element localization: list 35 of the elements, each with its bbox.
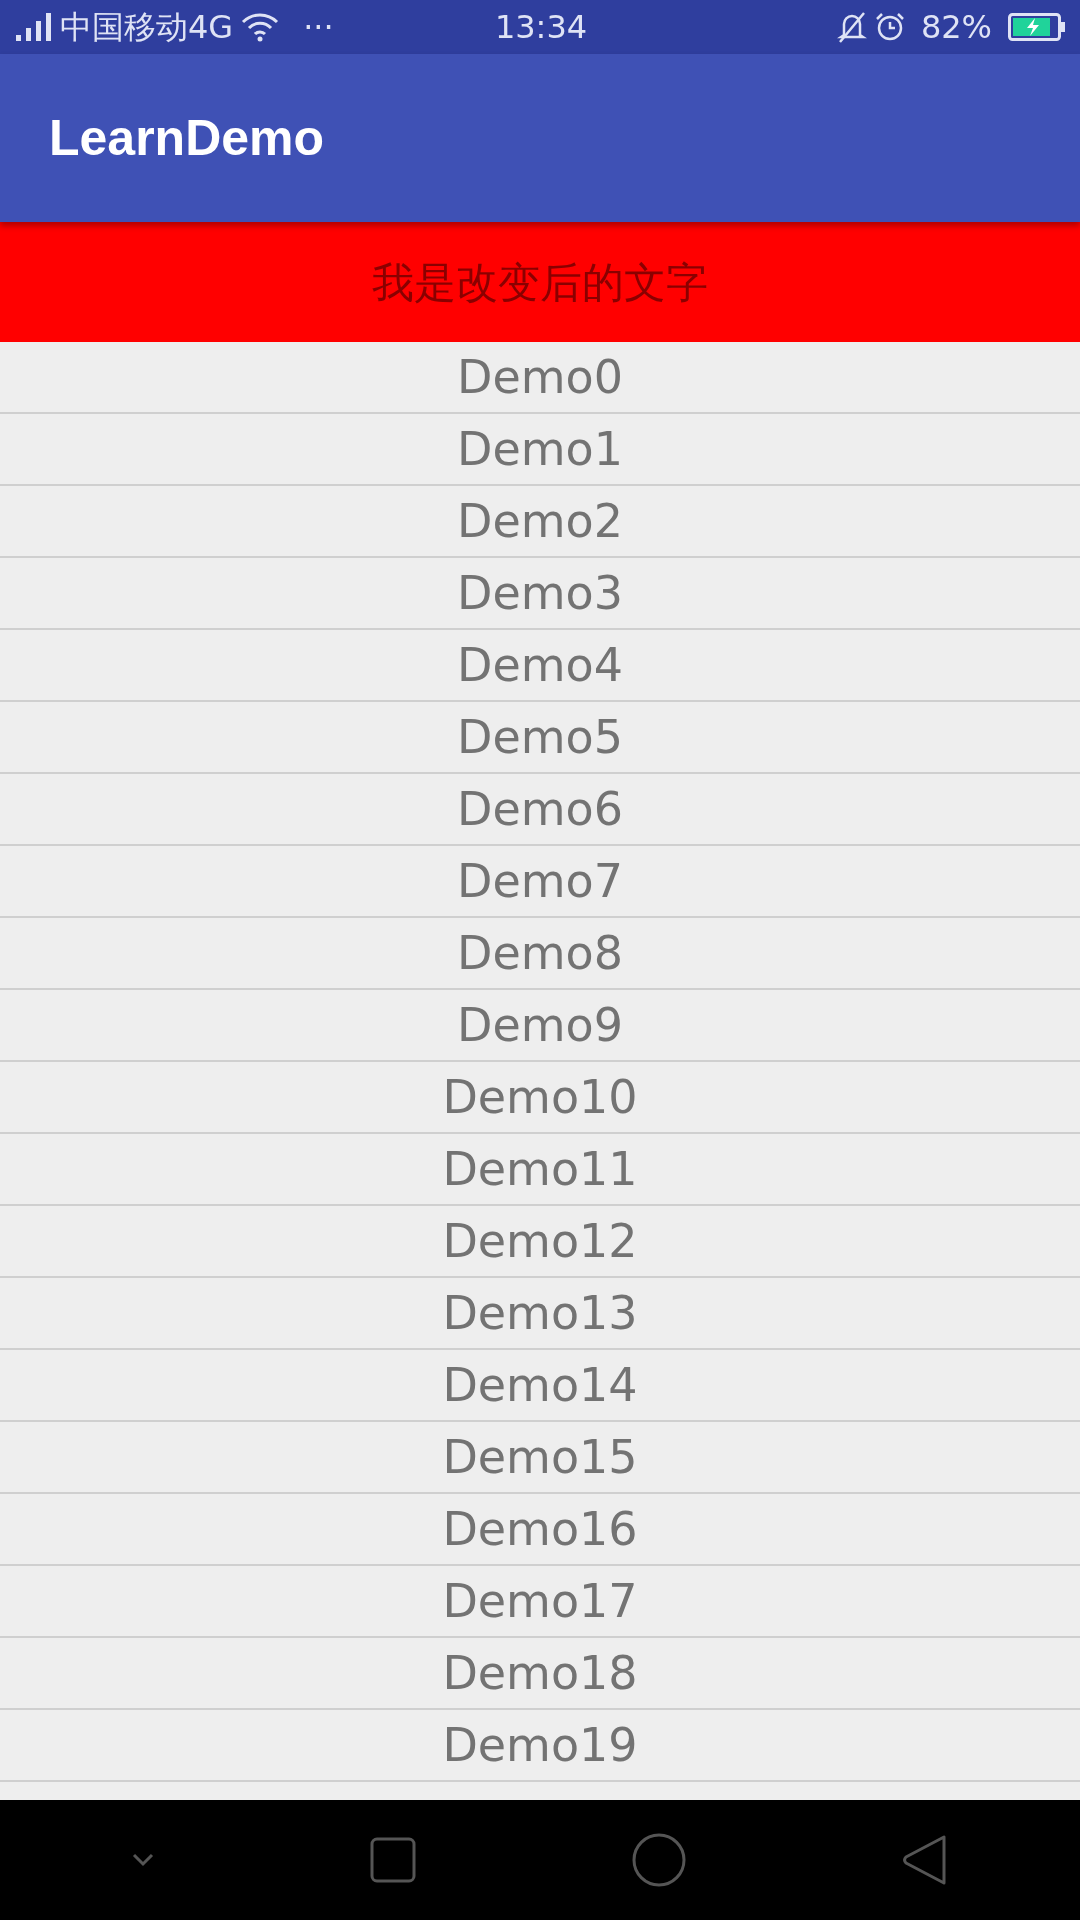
list-item-label[interactable]: Demo13 (442, 1290, 638, 1336)
list-item-label[interactable]: Demo7 (457, 858, 623, 904)
bell-muted-icon (836, 11, 867, 43)
list-item-label[interactable]: Demo9 (457, 1002, 623, 1048)
signal-icon (16, 13, 52, 41)
carrier-label: 中国移动4G (60, 7, 234, 48)
list-item-label[interactable]: Demo4 (457, 642, 623, 688)
header-text: 我是改变后的文字 (372, 256, 708, 309)
list-item-label[interactable]: Demo1 (457, 426, 623, 472)
recent-apps-icon[interactable] (370, 1837, 416, 1883)
clock-time: 13:34 (493, 7, 589, 48)
alarm-clock-icon (874, 12, 905, 42)
wifi-icon (241, 12, 280, 42)
app-title: LearnDemo (49, 108, 325, 168)
list-item-label[interactable]: Demo3 (457, 570, 623, 616)
back-icon[interactable] (902, 1833, 948, 1887)
chevron-down-icon[interactable] (132, 1853, 154, 1867)
list-item-label[interactable]: Demo16 (442, 1506, 638, 1552)
list-item-label[interactable]: Demo17 (442, 1578, 638, 1624)
battery-percent: 82% (920, 7, 992, 48)
list-item-label[interactable]: Demo18 (442, 1650, 638, 1696)
more-indicator: ··· (303, 7, 334, 48)
list-item-label[interactable]: Demo5 (457, 714, 623, 760)
home-icon[interactable] (632, 1833, 686, 1887)
list-item-label[interactable]: Demo19 (442, 1722, 638, 1768)
list-item-label[interactable]: Demo10 (442, 1074, 638, 1120)
list-item-label[interactable]: Demo15 (442, 1434, 638, 1480)
list-item-label[interactable]: Demo11 (442, 1146, 638, 1192)
list-item-label[interactable]: Demo12 (442, 1218, 638, 1264)
list-item-label[interactable]: Demo14 (442, 1362, 638, 1408)
battery-charging-icon (1008, 13, 1066, 41)
list-item-label[interactable]: Demo6 (457, 786, 623, 832)
list-item-label[interactable]: Demo2 (457, 498, 623, 544)
list-item-label[interactable]: Demo8 (457, 930, 623, 976)
list-item-label[interactable]: Demo0 (457, 354, 623, 400)
